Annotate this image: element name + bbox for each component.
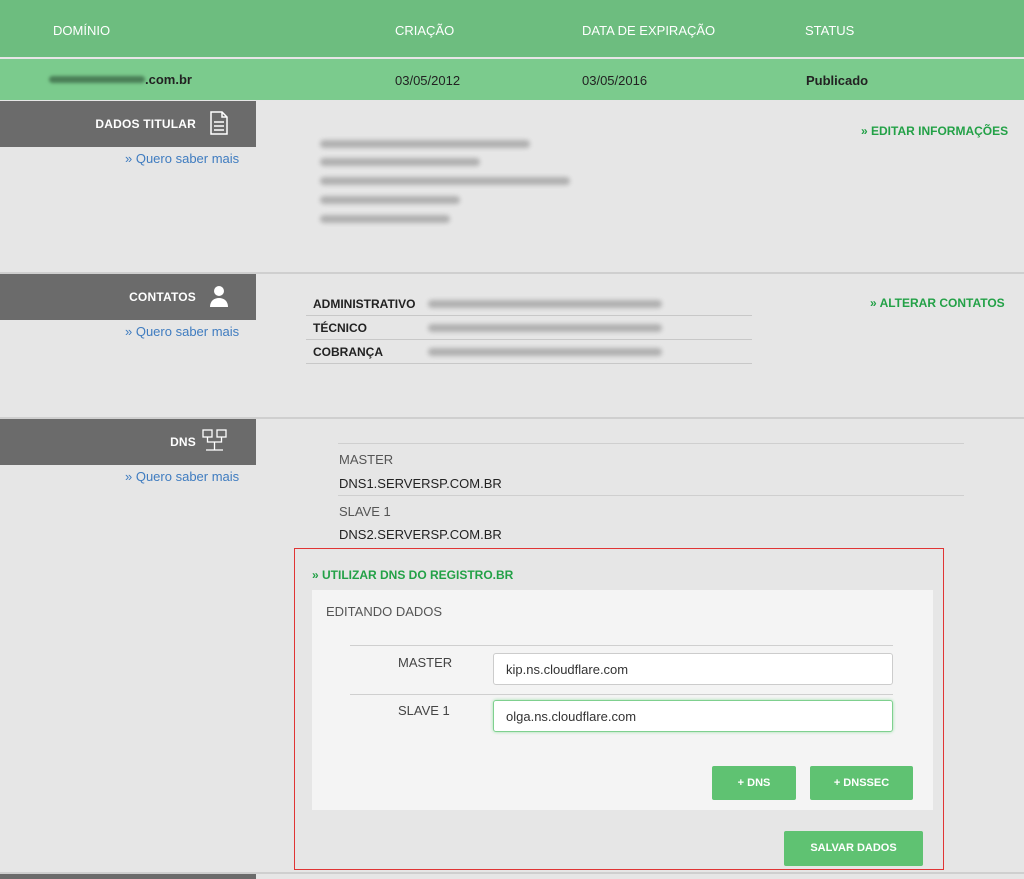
network-icon [202,429,227,451]
dns-slave1-value: DNS2.SERVERSP.COM.BR [339,527,502,542]
expiration-date: 03/05/2016 [582,73,648,88]
contact-row-admin: ADMINISTRATIVO [306,292,752,316]
master-input[interactable] [493,653,893,685]
save-button[interactable]: SALVAR DADOS [784,831,923,866]
created-date: 03/05/2012 [395,73,461,88]
contact-row-billing: COBRANÇA [306,340,752,364]
add-dnssec-button[interactable]: + DNSSEC [810,766,913,800]
titular-more-link[interactable]: » Quero saber mais [125,151,239,166]
table-header: DOMÍNIO CRIAÇÃO DATA DE EXPIRAÇÃO STATUS [0,0,1024,57]
status-value: Publicado [806,73,869,88]
dns-more-link[interactable]: » Quero saber mais [125,469,239,484]
header-expiration: DATA DE EXPIRAÇÃO [582,23,716,38]
slave1-input[interactable] [493,700,893,732]
contact-row-tech: TÉCNICO [306,316,752,340]
titular-tab: DADOS TITULAR [0,101,256,147]
add-dns-button[interactable]: + DNS [712,766,796,800]
titular-title: DADOS TITULAR [95,117,196,131]
contatos-tab: CONTATOS [0,274,256,320]
use-registro-dns-link[interactable]: » UTILIZAR DNS DO REGISTRO.BR [312,568,513,582]
domain-name: .com.br [49,72,192,87]
user-icon [210,286,228,307]
header-status: STATUS [805,23,855,38]
titular-info-redacted [316,136,576,232]
dns-title: DNS [170,435,196,449]
editing-title: EDITANDO DADOS [326,604,443,619]
master-field-label: MASTER [398,655,453,670]
contatos-more-link[interactable]: » Quero saber mais [125,324,239,339]
contatos-title: CONTATOS [129,290,196,304]
dns-tab: DNS [0,419,256,465]
header-domain: DOMÍNIO [53,23,111,38]
document-icon [210,111,228,135]
next-section-tab [0,874,256,879]
edit-info-link[interactable]: » EDITAR INFORMAÇÕES [861,124,1008,138]
dns-master-label: MASTER [339,452,394,467]
header-created: CRIAÇÃO [395,23,455,38]
dns-slave1-label: SLAVE 1 [339,504,391,519]
slave1-field-label: SLAVE 1 [398,703,450,718]
redacted-domain [49,76,145,83]
change-contacts-link[interactable]: » ALTERAR CONTATOS [870,296,1005,310]
domain-row[interactable]: .com.br 03/05/2012 03/05/2016 Publicado [0,59,1024,100]
dns-master-value: DNS1.SERVERSP.COM.BR [339,476,502,491]
